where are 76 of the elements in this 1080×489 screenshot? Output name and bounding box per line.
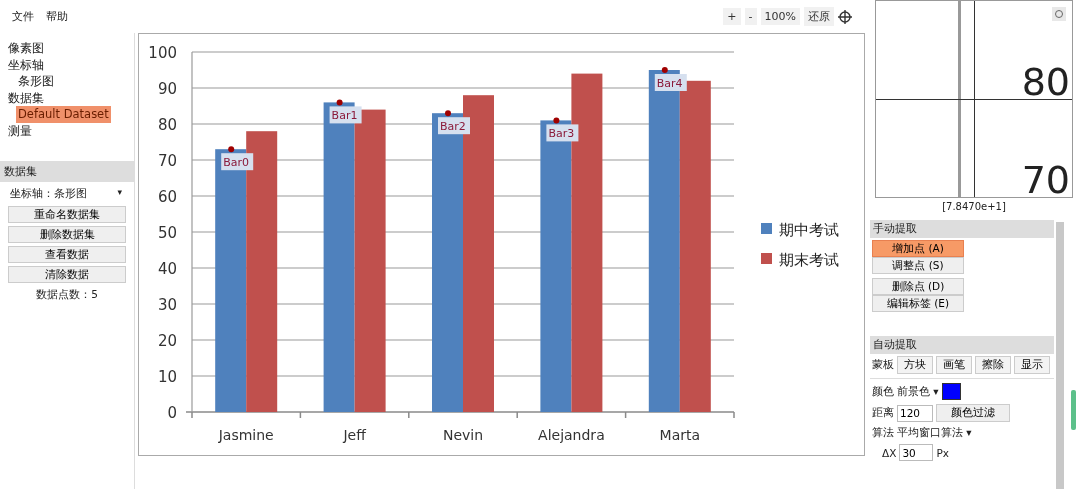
y-tick-label: 10 [157, 368, 177, 386]
zoom-button[interactable]: + [723, 8, 741, 25]
settings-icon[interactable] [1052, 7, 1066, 21]
tree-item[interactable]: 条形图 [16, 73, 56, 90]
zoom-button[interactable]: - [744, 8, 757, 25]
y-tick-label: 100 [148, 44, 177, 62]
y-tick-label: 20 [157, 332, 177, 350]
zoom-button[interactable]: 还原 [804, 7, 834, 26]
tool-button[interactable]: 调整点 (S) [872, 257, 964, 274]
section-header: 自动提取 [870, 336, 1054, 354]
tree-item[interactable]: 测量 [6, 122, 34, 139]
algorithm-dropdown[interactable]: 平均窗口算法 ▾ [897, 426, 972, 440]
field-label: 蒙板 [872, 358, 894, 372]
scrollbar[interactable] [1056, 222, 1064, 489]
section-header: 手动提取 [870, 220, 1054, 238]
x-tick-label: Marta [659, 427, 701, 443]
field-label: 距离 [872, 406, 894, 420]
x-tick-label: Jasmine [218, 427, 274, 443]
axes-dropdown[interactable]: 坐标轴：条形图 ▾ [0, 182, 134, 203]
tree-item[interactable]: 数据集 [6, 89, 46, 106]
y-tick-label: 60 [157, 188, 177, 206]
x-tick-label: Jeff [343, 427, 366, 443]
x-tick-label: Alejandra [538, 427, 605, 443]
y-tick-label: 40 [157, 260, 177, 278]
data-point[interactable] [336, 99, 343, 106]
color-mode-dropdown[interactable]: 前景色 ▾ [897, 384, 939, 399]
data-point[interactable] [445, 110, 451, 117]
distance-field[interactable]: 120 [897, 404, 933, 422]
scrollbar-thumb[interactable] [1071, 390, 1076, 430]
tool-button[interactable]: 删除点 (D) [872, 278, 964, 295]
tool-button[interactable]: 编辑标签 (E) [872, 295, 964, 312]
x-tick-label: Nevin [442, 427, 484, 443]
legend-label: 期末考试 [779, 251, 839, 269]
section-header: 数据集 [0, 161, 134, 182]
y-tick-label: 50 [157, 224, 177, 242]
y-tick-label: 0 [167, 404, 177, 422]
y-tick-label: 70 [157, 152, 177, 170]
menu-item[interactable]: 帮助 [46, 9, 68, 24]
point-label: Bar0 [221, 153, 254, 171]
data-point[interactable] [661, 67, 668, 73]
mask-button[interactable]: 方块 [897, 356, 933, 374]
data-point[interactable] [228, 146, 235, 153]
y-tick-label: 30 [157, 296, 177, 314]
crosshair-icon[interactable] [838, 9, 852, 24]
field-label: ΔX [882, 446, 897, 459]
magnified-label: 70 [1021, 161, 1070, 197]
tree-item[interactable]: 坐标轴 [6, 56, 46, 73]
unit-label: Px [936, 446, 949, 459]
tree-item[interactable]: 像素图 [6, 40, 46, 57]
color-swatch[interactable] [941, 383, 961, 400]
dataset-button[interactable]: 查看数据 [8, 246, 126, 263]
point-label: Bar2 [438, 117, 470, 135]
legend-label: 期中考试 [779, 221, 839, 239]
point-count: 数据点数：5 [36, 288, 98, 302]
point-label: Bar3 [546, 124, 579, 142]
dataset-button[interactable]: 删除数据集 [8, 226, 126, 243]
mask-button[interactable]: 显示 [1014, 356, 1050, 374]
tool-button[interactable]: 增加点 (A) [872, 240, 964, 257]
menu-item[interactable]: 文件 [12, 9, 34, 24]
data-point[interactable] [553, 117, 560, 124]
y-tick-label: 80 [157, 116, 177, 134]
field-label: 颜色 [872, 384, 894, 399]
point-label: Bar1 [329, 106, 362, 124]
dataset-button[interactable]: 清除数据 [8, 266, 126, 283]
dataset-button[interactable]: 重命名数据集 [8, 206, 126, 223]
tree-item[interactable]: Default Dataset [16, 106, 111, 123]
y-tick-label: 90 [157, 80, 177, 98]
magnified-label: 80 [1021, 63, 1070, 101]
delta-x-field[interactable]: 30 [899, 444, 934, 461]
mask-button[interactable]: 画笔 [936, 356, 972, 374]
zoom-button[interactable]: 100% [760, 8, 800, 25]
color-filter-button[interactable]: 颜色过滤 [936, 404, 1010, 422]
value-readout: [7.8470e+1] [942, 201, 1006, 212]
field-label: 算法 [872, 426, 894, 440]
point-label: Bar4 [654, 74, 687, 91]
mask-button[interactable]: 擦除 [975, 356, 1011, 374]
